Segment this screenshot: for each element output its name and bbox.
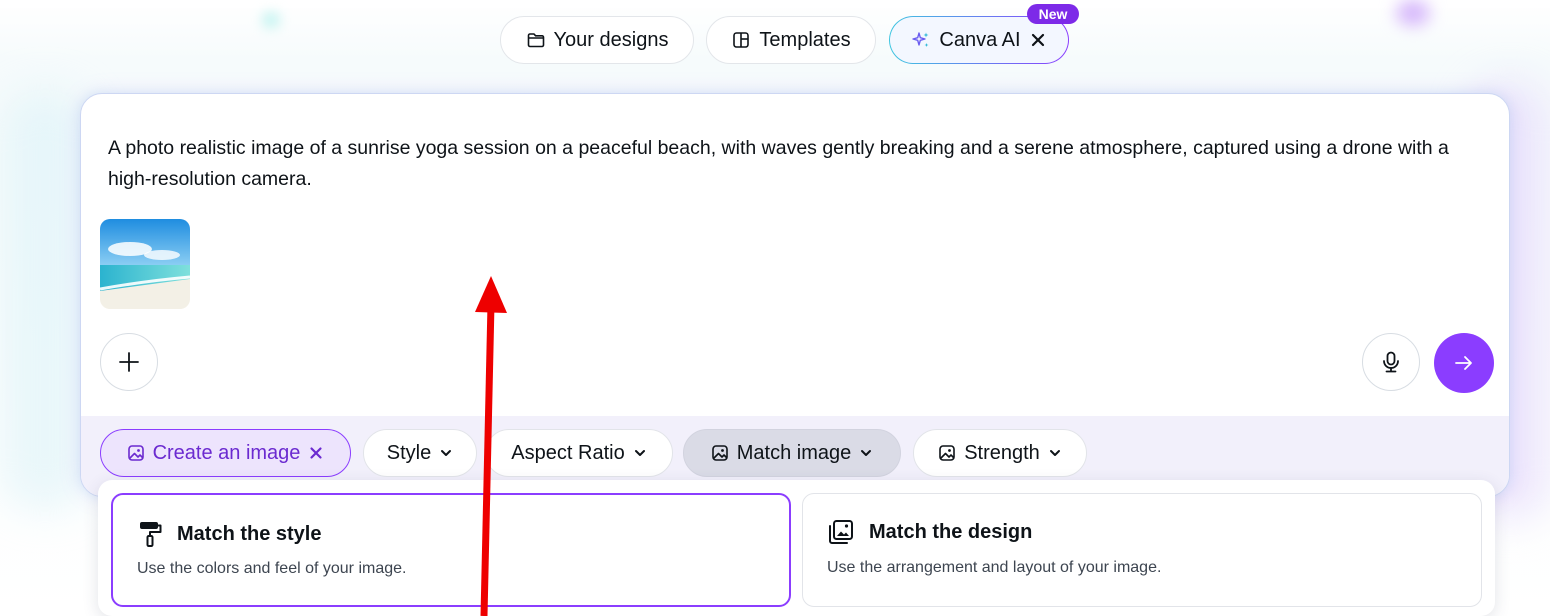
- image-icon: [939, 445, 955, 461]
- prompt-input[interactable]: A photo realistic image of a sunrise yog…: [108, 133, 1458, 195]
- close-icon[interactable]: [308, 445, 324, 461]
- style-dropdown[interactable]: Style: [363, 429, 477, 477]
- nav-your-designs-button[interactable]: Your designs: [500, 16, 694, 64]
- style-label: Style: [386, 441, 432, 464]
- new-badge: New: [1027, 4, 1079, 24]
- nav-canva-ai-label: Canva AI: [939, 28, 1021, 51]
- match-the-design-title: Match the design: [869, 520, 1033, 543]
- nav-your-designs-label: Your designs: [553, 28, 669, 51]
- chevron-down-icon: [861, 450, 872, 456]
- match-image-dropdown[interactable]: Match image: [683, 429, 901, 477]
- microphone-button[interactable]: [1362, 333, 1420, 391]
- paint-roller-icon: [140, 522, 162, 547]
- send-button[interactable]: [1434, 333, 1494, 393]
- sparkle-icon: [912, 32, 929, 47]
- folder-icon: [527, 33, 544, 48]
- strength-dropdown[interactable]: Strength: [913, 429, 1087, 477]
- window-top-edge: [0, 0, 1550, 8]
- chevron-down-icon: [1049, 450, 1060, 456]
- aspect-ratio-dropdown[interactable]: Aspect Ratio: [485, 429, 673, 477]
- create-an-image-label: Create an image: [152, 441, 301, 464]
- chevron-down-icon: [634, 450, 645, 456]
- match-the-design-option[interactable]: Match the design Use the arrangement and…: [802, 493, 1482, 607]
- match-the-style-title: Match the style: [177, 522, 322, 545]
- nav-templates-button[interactable]: Templates: [706, 16, 876, 64]
- match-the-design-description: Use the arrangement and layout of your i…: [827, 559, 1162, 576]
- arrow-right-icon: [1455, 356, 1472, 370]
- background-glow-left: [0, 90, 90, 510]
- create-an-image-chip[interactable]: Create an image: [100, 429, 351, 477]
- prompt-card: A photo realistic image of a sunrise yog…: [80, 93, 1510, 497]
- match-the-style-option[interactable]: Match the style Use the colors and feel …: [111, 493, 791, 607]
- plus-icon: [119, 352, 139, 372]
- add-button[interactable]: [100, 333, 158, 391]
- layout-image-icon: [829, 520, 853, 544]
- match-image-label: Match image: [736, 441, 852, 464]
- match-the-style-description: Use the colors and feel of your image.: [137, 560, 407, 577]
- chevron-down-icon: [441, 450, 452, 456]
- microphone-icon: [1383, 351, 1399, 373]
- background-sparkle-teal: [262, 12, 280, 28]
- image-icon: [711, 445, 728, 461]
- templates-icon: [733, 32, 750, 48]
- nav-templates-label: Templates: [759, 28, 851, 51]
- close-icon[interactable]: [1029, 31, 1047, 49]
- attached-image-thumbnail[interactable]: [100, 219, 190, 309]
- strength-label: Strength: [964, 441, 1040, 464]
- aspect-ratio-label: Aspect Ratio: [511, 441, 625, 464]
- background-sparkle-purple: [1396, 0, 1430, 26]
- image-icon: [127, 445, 144, 461]
